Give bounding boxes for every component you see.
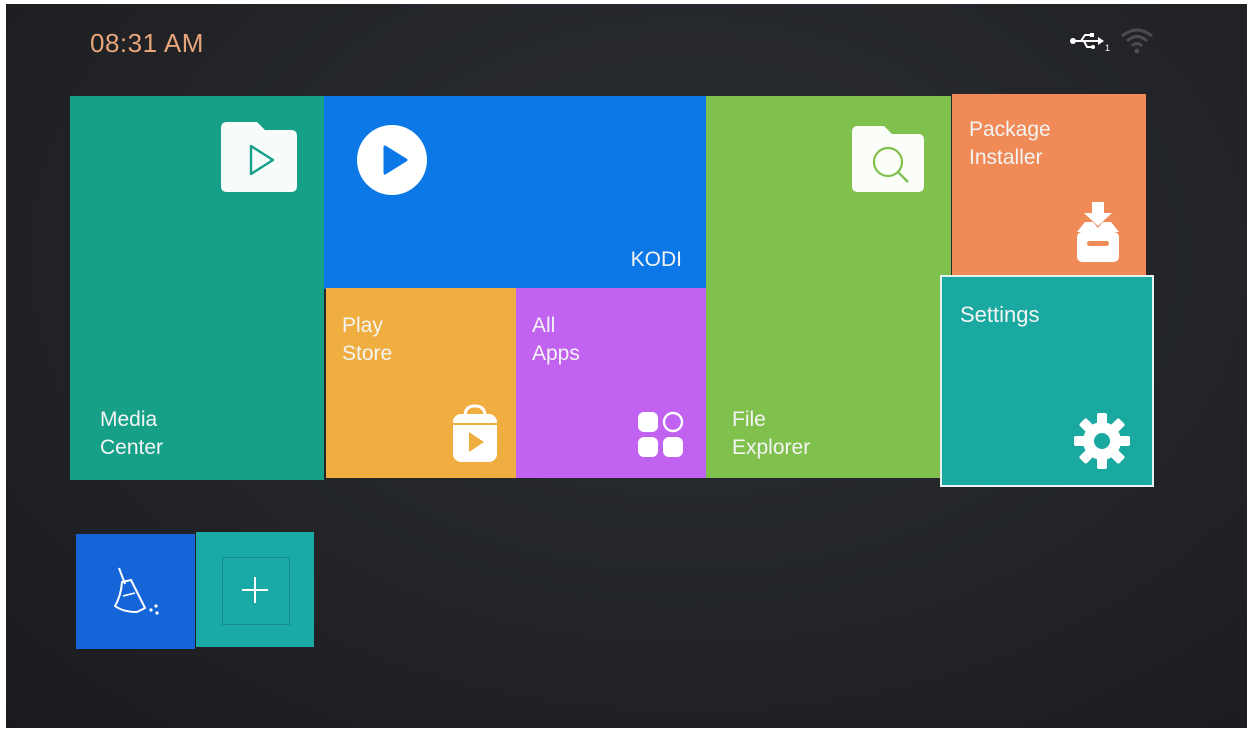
- clock: 08:31 AM: [90, 28, 204, 58]
- gear-icon: [1072, 411, 1132, 471]
- usb-count: 1: [1105, 43, 1110, 52]
- tile-label: Play Store: [342, 314, 393, 365]
- folder-search-icon: [848, 122, 928, 196]
- package-download-icon: [1073, 200, 1123, 264]
- apps-grid-icon: [636, 410, 686, 460]
- launcher-screen: 08:31 AM 1 Media Center KODI Play Store …: [6, 4, 1247, 728]
- tile-kodi[interactable]: KODI: [324, 96, 706, 289]
- broom-icon: [109, 566, 165, 622]
- tile-label: KODI: [630, 248, 682, 271]
- usb-icon: 1: [1068, 32, 1112, 52]
- media-folder-icon: [217, 116, 301, 196]
- tile-all-apps[interactable]: All Apps: [516, 288, 706, 478]
- tile-settings[interactable]: Settings: [940, 275, 1154, 487]
- shortcut-add[interactable]: [196, 532, 314, 647]
- tile-play-store[interactable]: Play Store: [326, 288, 516, 478]
- tile-file-explorer[interactable]: File Explorer: [706, 96, 951, 478]
- tile-label: All Apps: [532, 314, 580, 365]
- plus-icon: [240, 575, 270, 605]
- tile-package-installer[interactable]: Package Installer: [952, 94, 1146, 280]
- tile-label: Media Center: [100, 408, 164, 459]
- shortcut-cleaner[interactable]: [76, 534, 195, 649]
- play-store-bag-icon: [450, 404, 500, 464]
- kodi-play-icon: [356, 124, 428, 196]
- wifi-icon: [1120, 26, 1154, 54]
- tile-label: File Explorer: [732, 408, 811, 459]
- tile-label: Package Installer: [969, 118, 1051, 169]
- tile-label: Settings: [960, 302, 1040, 327]
- tile-media-center[interactable]: Media Center: [70, 96, 324, 480]
